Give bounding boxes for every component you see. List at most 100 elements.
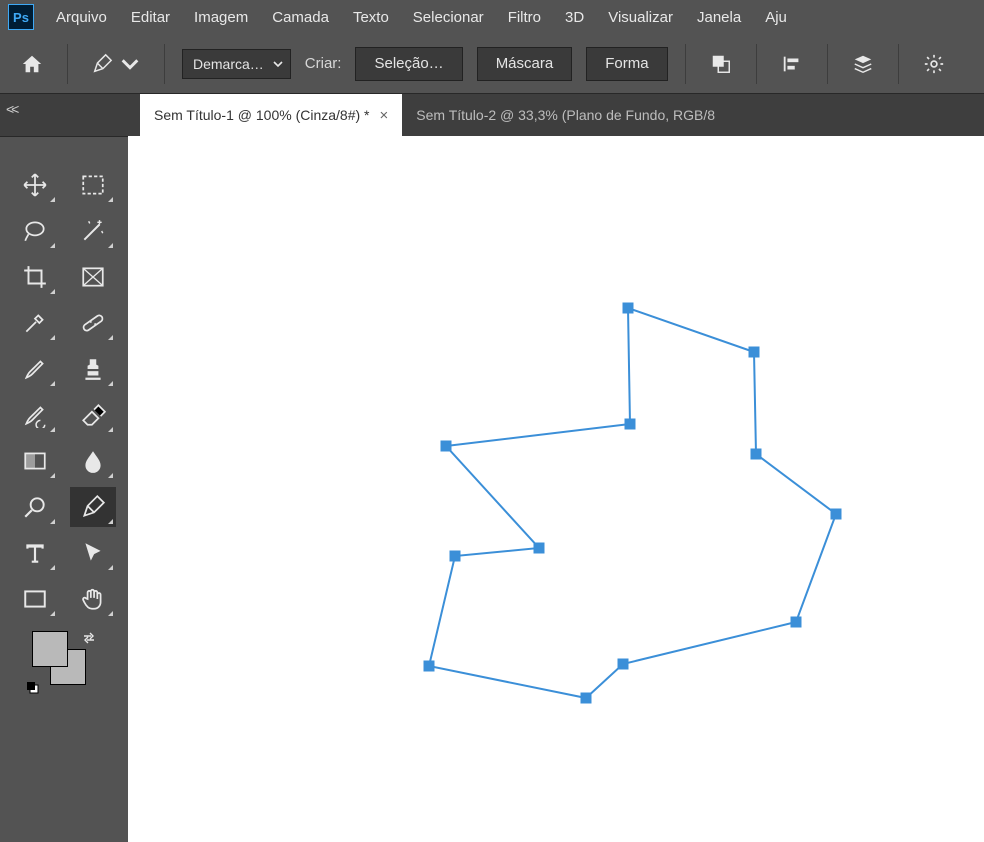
marquee-tool[interactable] (70, 165, 116, 205)
eyedropper-icon (22, 310, 48, 336)
gradient-icon (22, 448, 48, 474)
path-alignment-button[interactable] (774, 46, 810, 82)
path-anchor[interactable] (831, 509, 841, 519)
tab-label: Sem Título-1 @ 100% (Cinza/8#) * (154, 107, 370, 123)
gear-icon (923, 53, 945, 75)
close-icon[interactable]: × (380, 107, 389, 124)
frame-icon (80, 264, 106, 290)
history-brush-icon (22, 402, 48, 428)
swap-colors-icon[interactable] (82, 631, 96, 645)
gradient-tool[interactable] (12, 441, 58, 481)
move-tool[interactable] (12, 165, 58, 205)
droplet-icon (80, 448, 106, 474)
path-operations-button[interactable] (703, 46, 739, 82)
rectangle-icon (22, 586, 48, 612)
path-anchor[interactable] (625, 419, 635, 429)
align-icon (781, 53, 803, 75)
brush-tool[interactable] (12, 349, 58, 389)
type-icon (22, 540, 48, 566)
magic-wand-tool[interactable] (70, 211, 116, 251)
home-icon (20, 53, 44, 75)
hand-icon (80, 586, 106, 612)
path-anchor[interactable] (581, 693, 591, 703)
path-anchor[interactable] (791, 617, 801, 627)
path-anchor[interactable] (618, 659, 628, 669)
path-anchor[interactable] (450, 551, 460, 561)
home-button[interactable] (14, 46, 50, 82)
settings-button[interactable] (916, 46, 952, 82)
dodge-tool[interactable] (12, 487, 58, 527)
menu-bar: Ps Arquivo Editar Imagem Camada Texto Se… (0, 0, 984, 34)
menu-janela[interactable]: Janela (685, 3, 753, 32)
menu-3d[interactable]: 3D (553, 3, 596, 32)
history-brush-tool[interactable] (12, 395, 58, 435)
tool-preset-picker[interactable] (85, 49, 147, 79)
menu-editar[interactable]: Editar (119, 3, 182, 32)
blur-tool[interactable] (70, 441, 116, 481)
shape-button[interactable]: Forma (586, 47, 667, 81)
path-selection-tool[interactable] (70, 533, 116, 573)
app-logo-text: Ps (13, 10, 29, 25)
lasso-tool[interactable] (12, 211, 58, 251)
separator (685, 44, 686, 84)
menu-filtro[interactable]: Filtro (496, 3, 553, 32)
options-bar: Demarca… Criar: Seleção… Máscara Forma (0, 34, 984, 94)
lasso-icon (22, 218, 48, 244)
separator (164, 44, 165, 84)
pen-icon (80, 494, 106, 520)
menu-texto[interactable]: Texto (341, 3, 401, 32)
eraser-tool[interactable] (70, 395, 116, 435)
create-label: Criar: (305, 55, 342, 72)
menu-camada[interactable]: Camada (260, 3, 341, 32)
vector-path[interactable] (128, 136, 984, 842)
stamp-icon (80, 356, 106, 382)
foreground-color-swatch[interactable] (32, 631, 68, 667)
path-anchor[interactable] (623, 303, 633, 313)
stack-icon (852, 53, 874, 75)
mask-button[interactable]: Máscara (477, 47, 573, 81)
rectangle-tool[interactable] (12, 579, 58, 619)
path-mode-dropdown[interactable]: Demarca… (182, 49, 291, 79)
tab-label: Sem Título-2 @ 33,3% (Plano de Fundo, RG… (416, 107, 715, 123)
selection-button[interactable]: Seleção… (355, 47, 462, 81)
path-anchor[interactable] (424, 661, 434, 671)
document-tab[interactable]: Sem Título-1 @ 100% (Cinza/8#) * × (140, 94, 402, 136)
document-tabs: Sem Título-1 @ 100% (Cinza/8#) * × Sem T… (0, 94, 984, 136)
stamp-tool[interactable] (70, 349, 116, 389)
path-anchor[interactable] (749, 347, 759, 357)
separator (827, 44, 828, 84)
canvas[interactable] (128, 136, 984, 842)
collapse-toolbox-button[interactable]: << (6, 101, 16, 117)
path-anchor[interactable] (751, 449, 761, 459)
arrow-cursor-icon (80, 540, 106, 566)
healing-tool[interactable] (70, 303, 116, 343)
type-tool[interactable] (12, 533, 58, 573)
separator (67, 44, 68, 84)
chevron-down-icon (119, 53, 141, 75)
crop-icon (22, 264, 48, 290)
menu-ajuda[interactable]: Aju (753, 3, 799, 32)
eyedropper-tool[interactable] (12, 303, 58, 343)
magic-wand-icon (80, 218, 106, 244)
move-icon (22, 172, 48, 198)
default-colors-icon[interactable] (26, 681, 40, 695)
pen-icon (91, 53, 113, 75)
menu-selecionar[interactable]: Selecionar (401, 3, 496, 32)
menu-arquivo[interactable]: Arquivo (44, 3, 119, 32)
frame-tool[interactable] (70, 257, 116, 297)
pen-tool[interactable] (70, 487, 116, 527)
hand-tool[interactable] (70, 579, 116, 619)
menu-visualizar[interactable]: Visualizar (596, 3, 685, 32)
menu-imagem[interactable]: Imagem (182, 3, 260, 32)
document-tab[interactable]: Sem Título-2 @ 33,3% (Plano de Fundo, RG… (402, 94, 729, 136)
path-arrangement-button[interactable] (845, 46, 881, 82)
marquee-icon (80, 172, 106, 198)
crop-tool[interactable] (12, 257, 58, 297)
path-anchor[interactable] (441, 441, 451, 451)
separator (898, 44, 899, 84)
dropdown-label: Demarca… (193, 56, 264, 72)
app-logo: Ps (8, 4, 34, 30)
chevron-down-icon (272, 58, 284, 70)
color-swatches (32, 631, 92, 691)
path-anchor[interactable] (534, 543, 544, 553)
